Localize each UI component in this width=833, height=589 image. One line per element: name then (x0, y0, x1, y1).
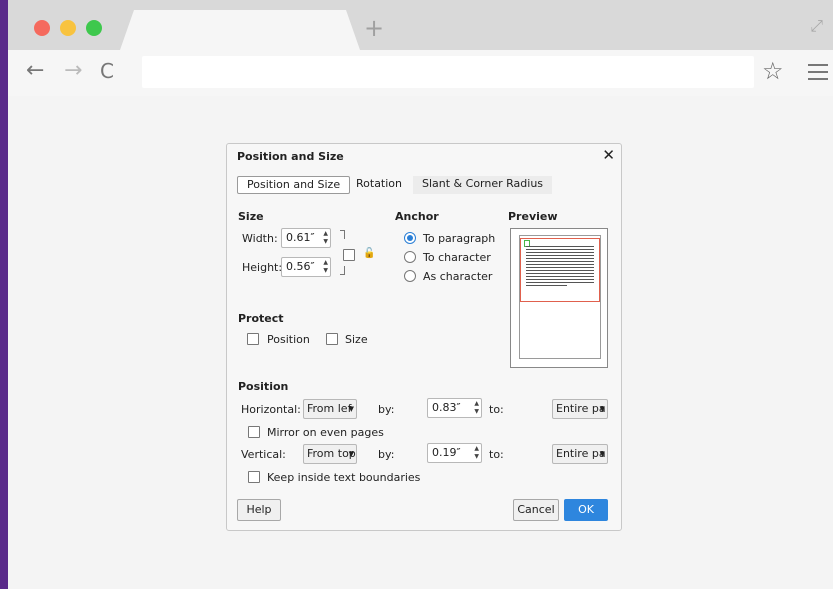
horizontal-to-combo[interactable]: Entire pa ▼ (552, 399, 608, 419)
close-icon[interactable]: ✕ (602, 146, 615, 164)
spin-arrows-icon[interactable]: ▲ ▼ (323, 259, 328, 275)
protect-position-label: Position (267, 333, 310, 346)
arrow-left-icon[interactable]: ← (26, 60, 44, 82)
anchor-to-character-label: To character (423, 251, 491, 264)
tab-position-size[interactable]: Position and Size (237, 176, 351, 194)
star-icon[interactable]: ☆ (762, 59, 784, 83)
cancel-button[interactable]: Cancel (513, 499, 559, 521)
horizontal-by-spinbox[interactable]: 0.83″ ▲ ▼ (427, 398, 482, 418)
vertical-by-label: by: (378, 448, 395, 461)
spin-arrows-icon[interactable]: ▲ ▼ (474, 445, 479, 461)
chevron-down-icon: ▼ (599, 450, 605, 458)
ok-button[interactable]: OK (564, 499, 608, 521)
protect-size-label: Size (345, 333, 368, 346)
width-spinbox[interactable]: 0.61″ ▲ ▼ (281, 228, 331, 248)
ratio-bracket-top (340, 230, 345, 239)
horizontal-by-label: by: (378, 403, 395, 416)
horizontal-to-combo-value: Entire pa (556, 402, 606, 415)
new-tab-button[interactable]: + (364, 16, 384, 40)
height-spinbox[interactable]: 0.56″ ▲ ▼ (281, 257, 331, 277)
maximize-window-button[interactable] (86, 20, 102, 36)
anchor-heading: Anchor (395, 210, 439, 223)
chevron-down-icon: ▼ (348, 450, 354, 458)
dialog-title: Position and Size (237, 150, 344, 163)
vertical-to-combo[interactable]: Entire pa ▼ (552, 444, 608, 464)
vertical-to-combo-value: Entire pa (556, 447, 606, 460)
anchor-to-character-radio[interactable] (404, 251, 416, 263)
anchor-to-paragraph-radio[interactable] (404, 232, 416, 244)
width-label: Width: (242, 232, 278, 245)
nav-bar: ← → C ☆ (8, 50, 833, 96)
vertical-to-label: to: (489, 448, 504, 461)
close-window-button[interactable] (34, 20, 50, 36)
horizontal-label: Horizontal: (241, 403, 301, 416)
anchor-as-character-label: As character (423, 270, 493, 283)
tab-rotation[interactable]: Rotation (347, 176, 411, 194)
tab-bar: + ⤢ (8, 0, 833, 50)
reload-icon[interactable]: C (100, 60, 114, 82)
keep-ratio-checkbox[interactable] (343, 249, 355, 261)
keep-inside-boundaries-checkbox[interactable] (248, 471, 260, 483)
ratio-bracket-bottom (340, 266, 345, 275)
lock-icon: 🔓 (363, 248, 376, 259)
browser-tab[interactable] (120, 10, 360, 50)
chevron-down-icon: ▼ (599, 405, 605, 413)
tab-slant-corner-radius[interactable]: Slant & Corner Radius (413, 176, 553, 194)
vertical-by-spinbox[interactable]: 0.19″ ▲ ▼ (427, 443, 482, 463)
height-label: Height: (242, 261, 283, 274)
horizontal-by-value: 0.83″ (432, 401, 461, 414)
preview-page (519, 235, 601, 359)
horizontal-combo[interactable]: From lef ▼ (303, 399, 357, 419)
horizontal-to-label: to: (489, 403, 504, 416)
protect-size-checkbox[interactable] (326, 333, 338, 345)
vertical-by-value: 0.19″ (432, 446, 461, 459)
arrow-right-icon[interactable]: → (64, 60, 82, 82)
horizontal-combo-value: From lef (307, 402, 352, 415)
preview-text-lines (526, 246, 594, 288)
spin-arrows-icon[interactable]: ▲ ▼ (474, 400, 479, 416)
preview-heading: Preview (508, 210, 558, 223)
minimize-window-button[interactable] (60, 20, 76, 36)
protect-heading: Protect (238, 312, 284, 325)
keep-inside-boundaries-label: Keep inside text boundaries (267, 471, 421, 484)
position-heading: Position (238, 380, 289, 393)
width-value: 0.61″ (286, 231, 315, 244)
vertical-combo[interactable]: From top ▼ (303, 444, 357, 464)
help-button[interactable]: Help (237, 499, 281, 521)
height-value: 0.56″ (286, 260, 315, 273)
spin-arrows-icon[interactable]: ▲ ▼ (323, 230, 328, 246)
hamburger-icon[interactable] (808, 64, 828, 85)
preview-pane (510, 228, 608, 368)
size-heading: Size (238, 210, 264, 223)
expand-icon[interactable]: ⤢ (810, 16, 823, 36)
vertical-label: Vertical: (241, 448, 286, 461)
position-size-dialog: Position and Size ✕ Position and Size Ro… (226, 143, 622, 531)
protect-position-checkbox[interactable] (247, 333, 259, 345)
mirror-even-pages-label: Mirror on even pages (267, 426, 384, 439)
mirror-even-pages-checkbox[interactable] (248, 426, 260, 438)
chevron-down-icon: ▼ (348, 405, 354, 413)
anchor-to-paragraph-label: To paragraph (423, 232, 496, 245)
url-bar[interactable] (142, 56, 754, 88)
anchor-as-character-radio[interactable] (404, 270, 416, 282)
